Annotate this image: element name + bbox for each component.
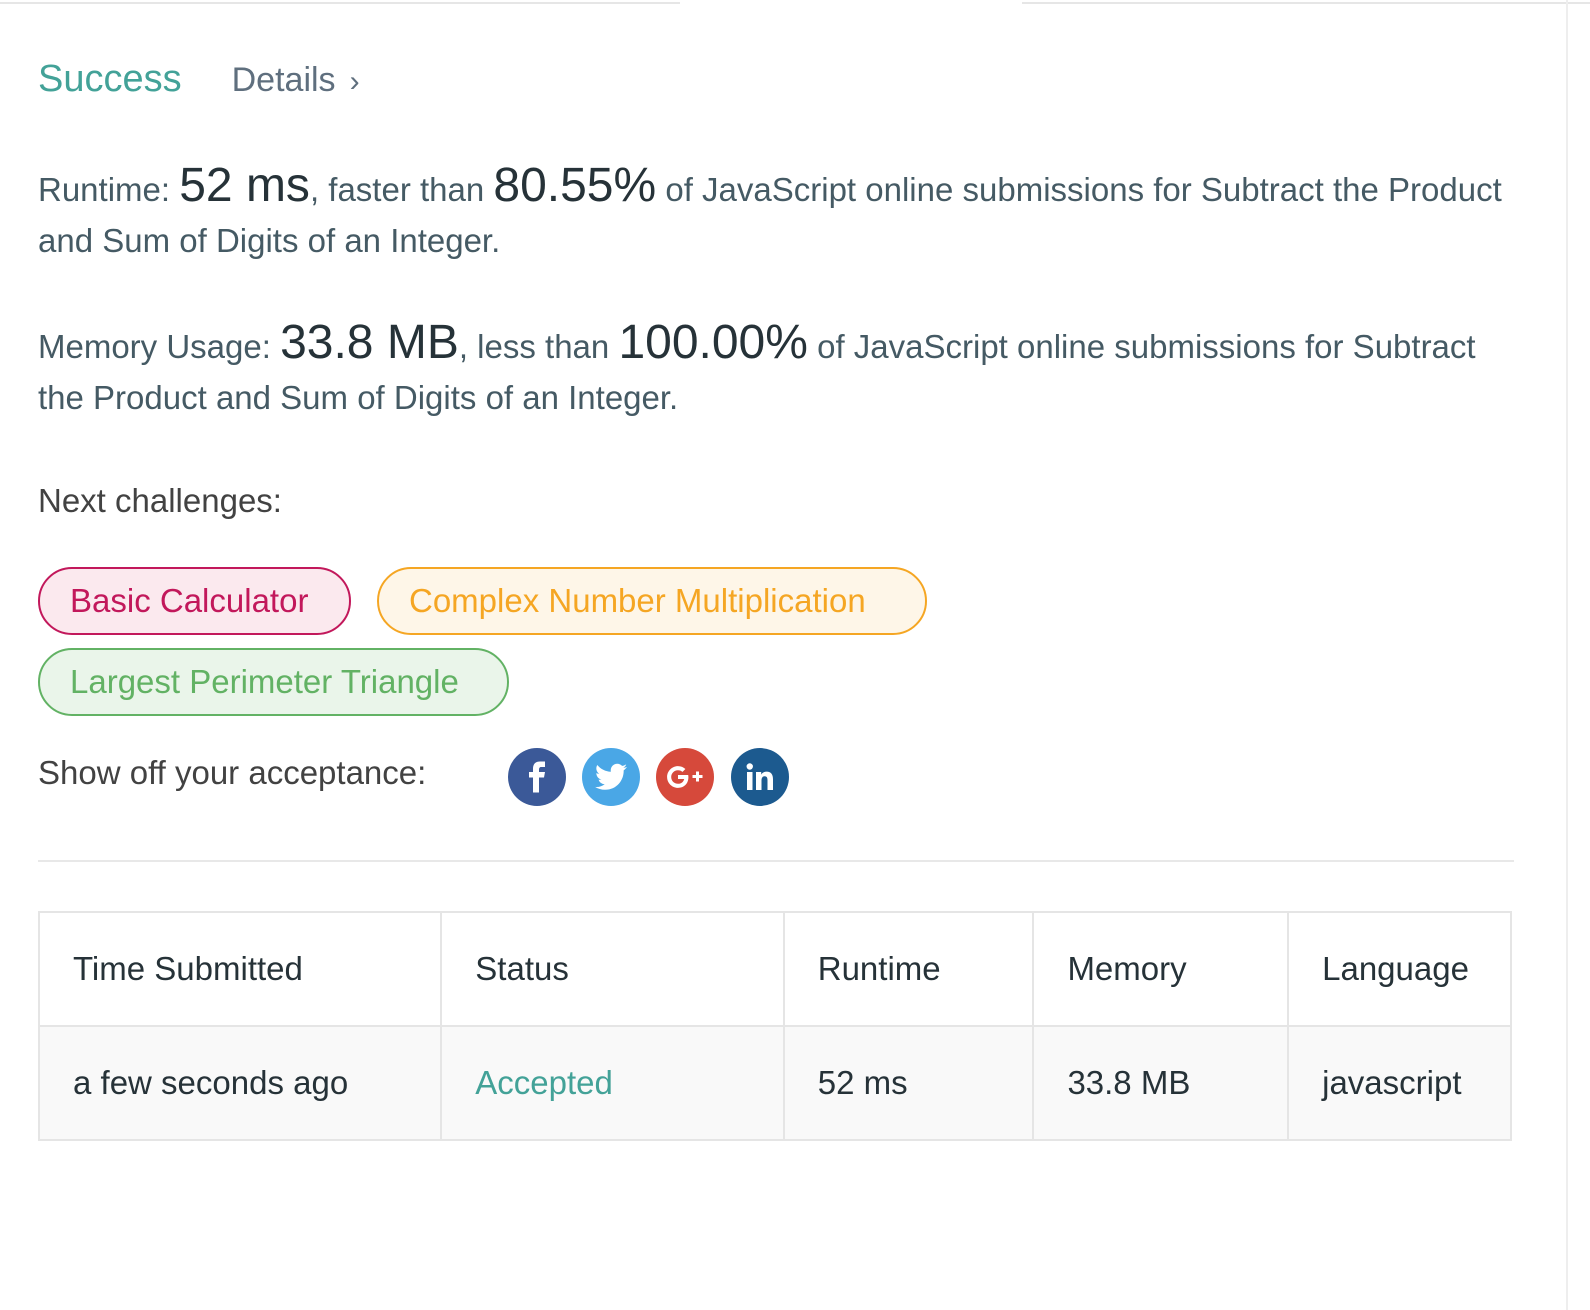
memory-percentile: 100.00%	[618, 316, 808, 369]
share-google-plus-button[interactable]	[656, 748, 714, 806]
runtime-label: Runtime:	[38, 171, 180, 208]
column-header-runtime: Runtime	[782, 911, 1035, 1027]
next-challenges-label: Next challenges:	[38, 482, 282, 519]
runtime-stat: Runtime: 52 ms, faster than 80.55% of Ja…	[38, 160, 1514, 266]
linkedin-icon	[746, 763, 773, 790]
memory-comparison: , less than	[458, 328, 619, 365]
table-row: a few seconds ago Accepted 52 ms 33.8 MB…	[37, 1025, 1512, 1141]
cell-status: Accepted	[440, 1025, 785, 1141]
facebook-icon	[529, 761, 545, 793]
details-link[interactable]: Details ›	[232, 61, 360, 100]
share-label: Show off your acceptance:	[38, 754, 427, 791]
memory-value: 33.8 MB	[280, 316, 459, 369]
twitter-icon	[595, 763, 627, 790]
cell-language: javascript	[1287, 1025, 1512, 1141]
result-header: Success Details ›	[38, 58, 360, 101]
submissions-table: Time Submitted Status Runtime Memory Lan…	[37, 911, 1512, 1141]
runtime-percentile: 80.55%	[493, 159, 657, 212]
share-linkedin-button[interactable]	[731, 748, 789, 806]
column-header-status: Status	[440, 911, 785, 1027]
tab-border-left	[0, 0, 680, 4]
share-twitter-button[interactable]	[582, 748, 640, 806]
cell-memory: 33.8 MB	[1032, 1025, 1290, 1141]
tab-border-right	[1022, 0, 1590, 4]
result-status: Success	[38, 58, 182, 100]
column-header-language: Language	[1287, 911, 1512, 1027]
table-header-row: Time Submitted Status Runtime Memory Lan…	[37, 911, 1512, 1027]
chevron-right-icon: ›	[349, 65, 360, 98]
challenge-basic-calculator[interactable]: Basic Calculator	[38, 567, 351, 635]
share-facebook-button[interactable]	[508, 748, 566, 806]
memory-stat: Memory Usage: 33.8 MB, less than 100.00%…	[38, 317, 1514, 423]
panel-edge	[1566, 0, 1568, 1310]
column-header-memory: Memory	[1032, 911, 1290, 1027]
challenge-largest-perimeter-triangle[interactable]: Largest Perimeter Triangle	[38, 648, 509, 716]
cell-runtime: 52 ms	[782, 1025, 1035, 1141]
challenge-complex-number-multiplication[interactable]: Complex Number Multiplication	[377, 567, 927, 635]
status-accepted-link[interactable]: Accepted	[475, 1064, 613, 1101]
runtime-comparison: , faster than	[309, 171, 494, 208]
section-divider	[38, 860, 1514, 862]
cell-time-submitted: a few seconds ago	[37, 1025, 443, 1141]
google-plus-icon	[667, 766, 703, 788]
details-label: Details	[231, 61, 336, 99]
column-header-time-submitted: Time Submitted	[37, 911, 443, 1027]
memory-label: Memory Usage:	[38, 328, 281, 365]
runtime-value: 52 ms	[179, 159, 310, 212]
